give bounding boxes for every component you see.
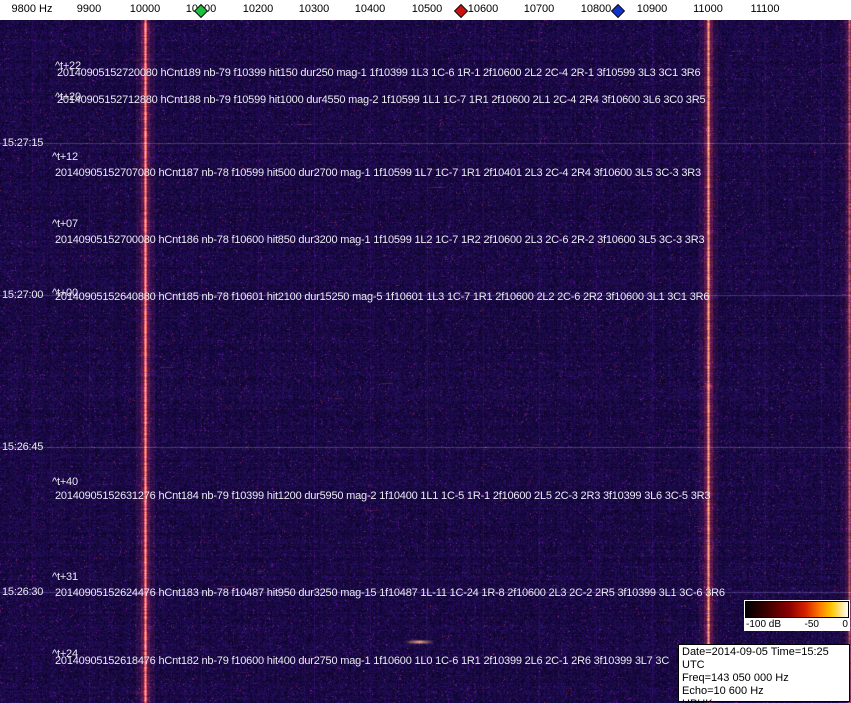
freq-tick-label: 10500: [411, 3, 443, 15]
color-scale-labels: -100 dB -50 0: [745, 618, 849, 630]
info-date-time: Date=2014-09-05 Time=15:25 UTC: [682, 646, 829, 671]
info-box: Date=2014-09-05 Time=15:25 UTC Freq=143 …: [678, 644, 850, 703]
db-color-legend: -100 dB -50 0: [744, 600, 850, 631]
freq-marker-diamond-blue[interactable]: [610, 3, 626, 19]
freq-tick-label: 10800: [580, 3, 612, 15]
spectrum-display-window: 9800 Hz990010000101001020010300104001050…: [0, 0, 851, 703]
freq-tick-label: 10600: [467, 3, 499, 15]
info-frequency: Freq=143 050 000 Hz: [682, 672, 789, 684]
freq-tick-label: 10400: [354, 3, 386, 15]
legend-min-label: -100 dB: [746, 619, 782, 630]
freq-tick-label: 10000: [129, 3, 161, 15]
freq-tick-label: 10200: [242, 3, 274, 15]
spectrogram-canvas[interactable]: [0, 20, 851, 703]
color-scale-gradient: [745, 601, 849, 618]
freq-tick-label: 10700: [523, 3, 555, 15]
freq-marker-diamond-red[interactable]: [453, 3, 469, 19]
legend-mid-label: -50: [804, 619, 819, 630]
freq-tick-label: 11000: [693, 3, 723, 15]
legend-max-label: 0: [842, 619, 848, 630]
freq-tick-label: 10300: [298, 3, 330, 15]
frequency-scale[interactable]: 9800 Hz990010000101001020010300104001050…: [0, 0, 851, 20]
freq-tick-label: 9800 Hz: [11, 3, 53, 15]
info-echo-frequency: Echo=10 600 Hz: [682, 685, 764, 697]
freq-tick-label: 10900: [636, 3, 668, 15]
freq-tick-label: 9900: [76, 3, 102, 15]
freq-tick-label: 11100: [750, 3, 780, 15]
info-station-id: HPHK: [682, 698, 846, 703]
